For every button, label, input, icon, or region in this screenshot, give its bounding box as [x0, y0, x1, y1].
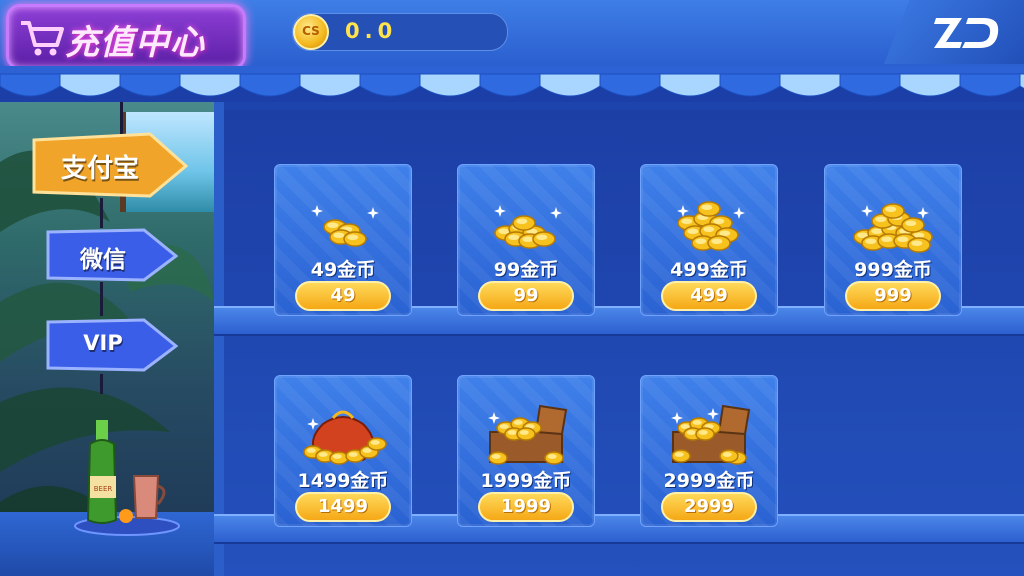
coin-icon: CS: [293, 14, 329, 50]
payment-tab-label: 支付宝: [60, 154, 139, 184]
product-amount: 1999金币: [480, 470, 572, 492]
product-amount: 49金币: [310, 259, 376, 281]
price-button[interactable]: 1499: [295, 492, 391, 522]
product-card[interactable]: 1999金币 1999: [457, 375, 595, 527]
price-button[interactable]: 49: [295, 281, 391, 311]
large-coin-pile-icon: [853, 203, 933, 253]
coin-stack-icon: [677, 201, 745, 251]
product-card[interactable]: 499金币 499: [640, 164, 778, 316]
product-card[interactable]: 2999金币 2999: [640, 375, 778, 527]
payment-tab-wechat[interactable]: 微信: [44, 226, 178, 284]
hanging-rope: [100, 374, 103, 394]
treasure-chest-icon: [488, 404, 568, 465]
payment-tab-label: VIP: [83, 331, 123, 355]
price-button[interactable]: 99: [478, 281, 574, 311]
bottle-label: BEER: [94, 485, 113, 493]
coin-pile-icon: [494, 205, 562, 249]
payment-method-panel: 支付宝 微信 VIP BEER: [0, 102, 214, 576]
awning: [0, 66, 1024, 97]
product-card[interactable]: 999金币 999: [824, 164, 962, 316]
shelf-post: [214, 102, 224, 576]
product-amount: 499金币: [670, 259, 748, 281]
coin-balance: CS 0.0: [292, 13, 508, 51]
payment-tab-vip[interactable]: VIP: [44, 316, 178, 374]
page-title: 充值中心: [65, 23, 205, 63]
product-amount: 999金币: [854, 259, 932, 281]
zd-logo-icon: [934, 18, 999, 48]
product-amount: 1499金币: [297, 470, 389, 492]
product-card[interactable]: 1499金币 1499: [274, 375, 412, 527]
payment-tab-label: 微信: [80, 247, 126, 273]
price-button[interactable]: 499: [661, 281, 757, 311]
product-amount: 99金币: [493, 259, 559, 281]
title-plate: 充值中心: [6, 4, 246, 70]
price-button[interactable]: 1999: [478, 492, 574, 522]
product-amount: 2999金币: [663, 470, 755, 492]
price-button[interactable]: 2999: [661, 492, 757, 522]
logo-button[interactable]: [884, 0, 1024, 64]
beer-bottle-decoration: BEER: [74, 420, 180, 536]
product-card[interactable]: 99金币 99: [457, 164, 595, 316]
payment-tab-alipay[interactable]: 支付宝: [30, 130, 188, 200]
price-button[interactable]: 999: [845, 281, 941, 311]
product-card[interactable]: 49金币 49: [274, 164, 412, 316]
balance-value: 0.0: [345, 19, 398, 43]
coin-bag-icon: [303, 410, 387, 465]
small-coin-pile-icon: [311, 205, 379, 247]
shopping-cart-icon: [21, 21, 64, 56]
top-bar: 充值中心 CS 0.0: [0, 0, 1024, 70]
hanging-rope: [100, 198, 103, 228]
large-treasure-chest-icon: [671, 404, 751, 465]
hanging-rope: [100, 282, 103, 316]
